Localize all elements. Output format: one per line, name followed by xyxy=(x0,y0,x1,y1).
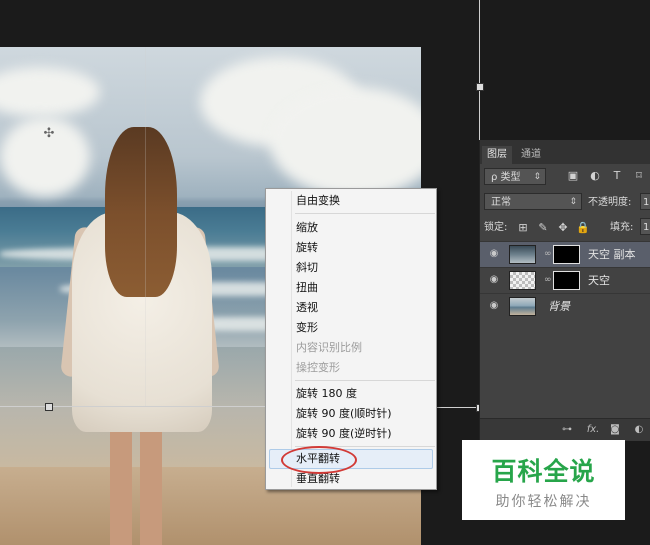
lock-row: 锁定: ⊞ ✎ ✥ 🔒 填充: 10 xyxy=(480,216,650,240)
transform-bound-bottom-ext xyxy=(436,407,480,408)
blend-row: 正常 ⇕ 不透明度: 10 xyxy=(480,191,650,215)
layer-name: 天空 副本 xyxy=(588,248,636,261)
fill-input[interactable]: 10 xyxy=(640,218,650,235)
layer-row-background[interactable]: ◉ 背景 xyxy=(480,293,650,319)
updown-arrow-icon: ⇕ xyxy=(533,172,541,182)
transform-handle[interactable] xyxy=(476,83,484,91)
shape-filter-icon[interactable]: ⌑ xyxy=(632,169,646,183)
menu-item-skew[interactable]: 斜切 xyxy=(266,258,436,278)
opacity-input[interactable]: 10 xyxy=(640,193,650,210)
transform-context-menu: 自由变换 缩放 旋转 斜切 扭曲 透视 变形 内容识别比例 操控变形 旋转 18… xyxy=(265,188,437,490)
lock-label: 锁定: xyxy=(484,222,508,233)
link-layers-icon[interactable]: ⊶ xyxy=(560,423,574,437)
menu-item-content-aware-scale: 内容识别比例 xyxy=(296,341,362,354)
type-filter-icon[interactable]: T xyxy=(610,169,624,183)
filter-row: ρ 类型 ⇕ ▣ ◐ T ⌑ xyxy=(480,167,650,191)
menu-item-perspective[interactable]: 透视 xyxy=(266,298,436,318)
figure-leg xyxy=(140,417,162,545)
blend-mode-select[interactable]: 正常 ⇕ xyxy=(484,193,582,210)
link-icon[interactable]: ∞ xyxy=(544,248,552,260)
layer-filter-select[interactable]: ρ 类型 ⇕ xyxy=(484,168,546,185)
layer-mask-thumbnail[interactable] xyxy=(553,271,580,290)
watermark: 百科全说 助你轻松解决 xyxy=(462,440,625,520)
panel-tabs: 图层 通道 xyxy=(480,140,650,164)
layer-row-sky-copy[interactable]: ◉ ∞ 天空 副本 xyxy=(480,241,650,267)
transform-handle[interactable] xyxy=(45,403,53,411)
add-mask-icon[interactable]: ◙ xyxy=(608,423,622,437)
adjustment-filter-icon[interactable]: ◐ xyxy=(588,169,602,183)
highlight-ring-annotation xyxy=(281,446,357,474)
cloud xyxy=(270,87,421,197)
layer-thumbnail xyxy=(509,245,536,264)
lock-transparent-icon[interactable]: ⊞ xyxy=(516,221,530,235)
fill-label: 填充: xyxy=(610,222,634,233)
tab-layers[interactable]: 图层 xyxy=(482,146,512,164)
layer-filter-label: ρ 类型 xyxy=(491,172,521,183)
layer-row-sky[interactable]: ◉ ∞ 天空 xyxy=(480,267,650,293)
layers-panel: 图层 通道 ρ 类型 ⇕ ▣ ◐ T ⌑ 正常 ⇕ 不透明度: 10 锁定: ⊞… xyxy=(479,140,650,441)
layer-thumbnail xyxy=(509,271,536,290)
menu-item-rotate-90-cw[interactable]: 旋转 90 度(顺时针) xyxy=(266,404,436,424)
menu-item-rotate-90-ccw[interactable]: 旋转 90 度(逆时针) xyxy=(266,424,436,444)
lock-paint-icon[interactable]: ✎ xyxy=(536,221,550,235)
menu-separator xyxy=(295,213,435,214)
menu-item-free-transform[interactable]: 自由变换 xyxy=(266,191,436,211)
layer-thumbnail xyxy=(509,297,536,316)
menu-item-rotate[interactable]: 旋转 xyxy=(266,238,436,258)
tab-channels[interactable]: 通道 xyxy=(516,146,546,164)
transform-bound-right xyxy=(479,0,480,140)
watermark-subtitle: 助你轻松解决 xyxy=(495,494,592,510)
transform-bound-inner xyxy=(145,47,146,407)
layer-name: 天空 xyxy=(588,274,610,287)
layer-mask-thumbnail[interactable] xyxy=(553,245,580,264)
reference-point-icon[interactable]: ✣ xyxy=(42,127,56,141)
updown-arrow-icon: ⇕ xyxy=(569,197,577,207)
figure-hair xyxy=(105,127,177,297)
fx-icon[interactable]: fx. xyxy=(584,423,602,437)
blend-mode-value: 正常 xyxy=(491,197,511,208)
menu-item-warp[interactable]: 变形 xyxy=(266,318,436,338)
menu-item-flip-vertical[interactable]: 垂直翻转 xyxy=(266,469,436,489)
eye-icon[interactable]: ◉ xyxy=(488,274,500,286)
layer-name: 背景 xyxy=(548,300,570,313)
eye-icon[interactable]: ◉ xyxy=(488,248,500,260)
menu-separator xyxy=(295,380,435,381)
cloud xyxy=(0,67,100,117)
link-icon[interactable]: ∞ xyxy=(544,274,552,286)
menu-item-distort[interactable]: 扭曲 xyxy=(266,278,436,298)
watermark-title: 百科全说 xyxy=(491,457,596,486)
figure-leg xyxy=(110,417,132,545)
menu-item-rotate-180[interactable]: 旋转 180 度 xyxy=(266,384,436,404)
eye-icon[interactable]: ◉ xyxy=(488,300,500,312)
lock-move-icon[interactable]: ✥ xyxy=(556,221,570,235)
adjustment-layer-icon[interactable]: ◐ xyxy=(632,423,646,437)
lock-all-icon[interactable]: 🔒 xyxy=(576,221,590,235)
menu-item-scale[interactable]: 缩放 xyxy=(266,218,436,238)
pixel-filter-icon[interactable]: ▣ xyxy=(566,169,580,183)
menu-item-puppet-warp: 操控变形 xyxy=(296,361,340,374)
panel-footer: ⊶ fx. ◙ ◐ xyxy=(480,418,650,441)
opacity-label: 不透明度: xyxy=(588,197,632,208)
